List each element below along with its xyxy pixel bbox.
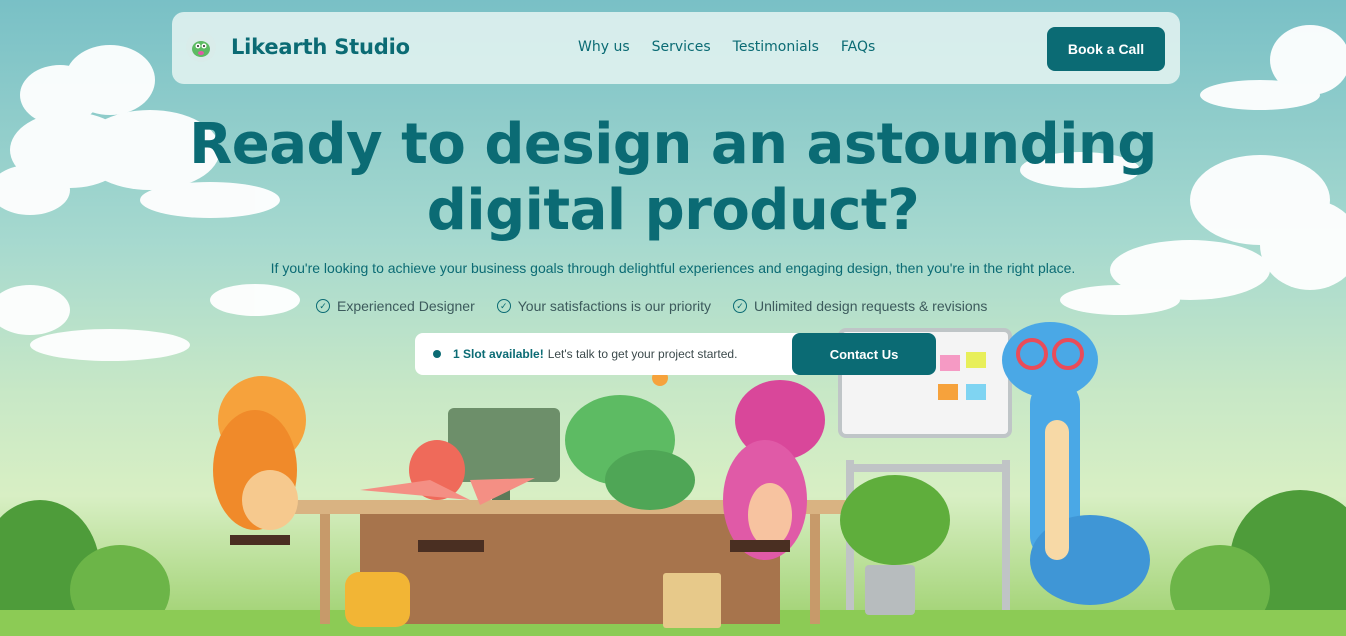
feature-label: Unlimited design requests & revisions [753, 298, 988, 314]
nav-links: Why us Services Testimonials FAQs [578, 39, 875, 55]
headline-line-2: digital product? [426, 178, 920, 243]
headline-line-1: Ready to design an astounding [189, 112, 1157, 177]
pink-dinosaur [723, 380, 825, 560]
feature-list: ✓ Experienced Designer ✓ Your satisfacti… [316, 298, 987, 314]
plant [840, 475, 950, 615]
brand[interactable]: Likearth Studio [186, 32, 410, 62]
nav-link-why-us[interactable]: Why us [578, 39, 630, 55]
green-dinosaur [565, 370, 695, 510]
top-navbar: Likearth Studio Why us Services Testimon… [172, 12, 1180, 84]
check-circle-icon: ✓ [496, 299, 511, 313]
cta-message: Let's talk to get your project started. [547, 347, 738, 361]
book-a-call-button[interactable]: Book a Call [1047, 27, 1165, 71]
hero-headline: Ready to design an astounding digital pr… [0, 112, 1346, 244]
check-circle-icon: ✓ [316, 299, 330, 313]
dino-logo-icon [186, 32, 216, 62]
nav-link-services[interactable]: Services [652, 39, 711, 55]
blue-dinosaur [1002, 322, 1150, 605]
feature-item: ✓ Your satisfactions is our priority [496, 298, 711, 314]
feature-item: ✓ Experienced Designer [316, 298, 475, 314]
slot-available-label: 1 Slot available! [453, 347, 544, 361]
contact-us-button[interactable]: Contact Us [792, 333, 936, 375]
orange-dinosaur [213, 376, 306, 545]
feature-label: Experienced Designer [337, 298, 475, 314]
background-scene [0, 25, 1346, 636]
brand-name: Likearth Studio [231, 35, 410, 59]
feature-item: ✓ Unlimited design requests & revisions [732, 298, 988, 314]
hero-subtitle: If you're looking to achieve your busine… [270, 260, 1076, 276]
nav-link-testimonials[interactable]: Testimonials [733, 39, 819, 55]
check-circle-icon: ✓ [732, 299, 747, 313]
feature-label: Your satisfactions is our priority [517, 298, 711, 314]
nav-link-faqs[interactable]: FAQs [841, 39, 875, 55]
hero-illustration [0, 0, 1346, 636]
availability-bar: 1 Slot available! Let's talk to get your… [415, 333, 936, 375]
status-dot-icon [433, 350, 441, 358]
